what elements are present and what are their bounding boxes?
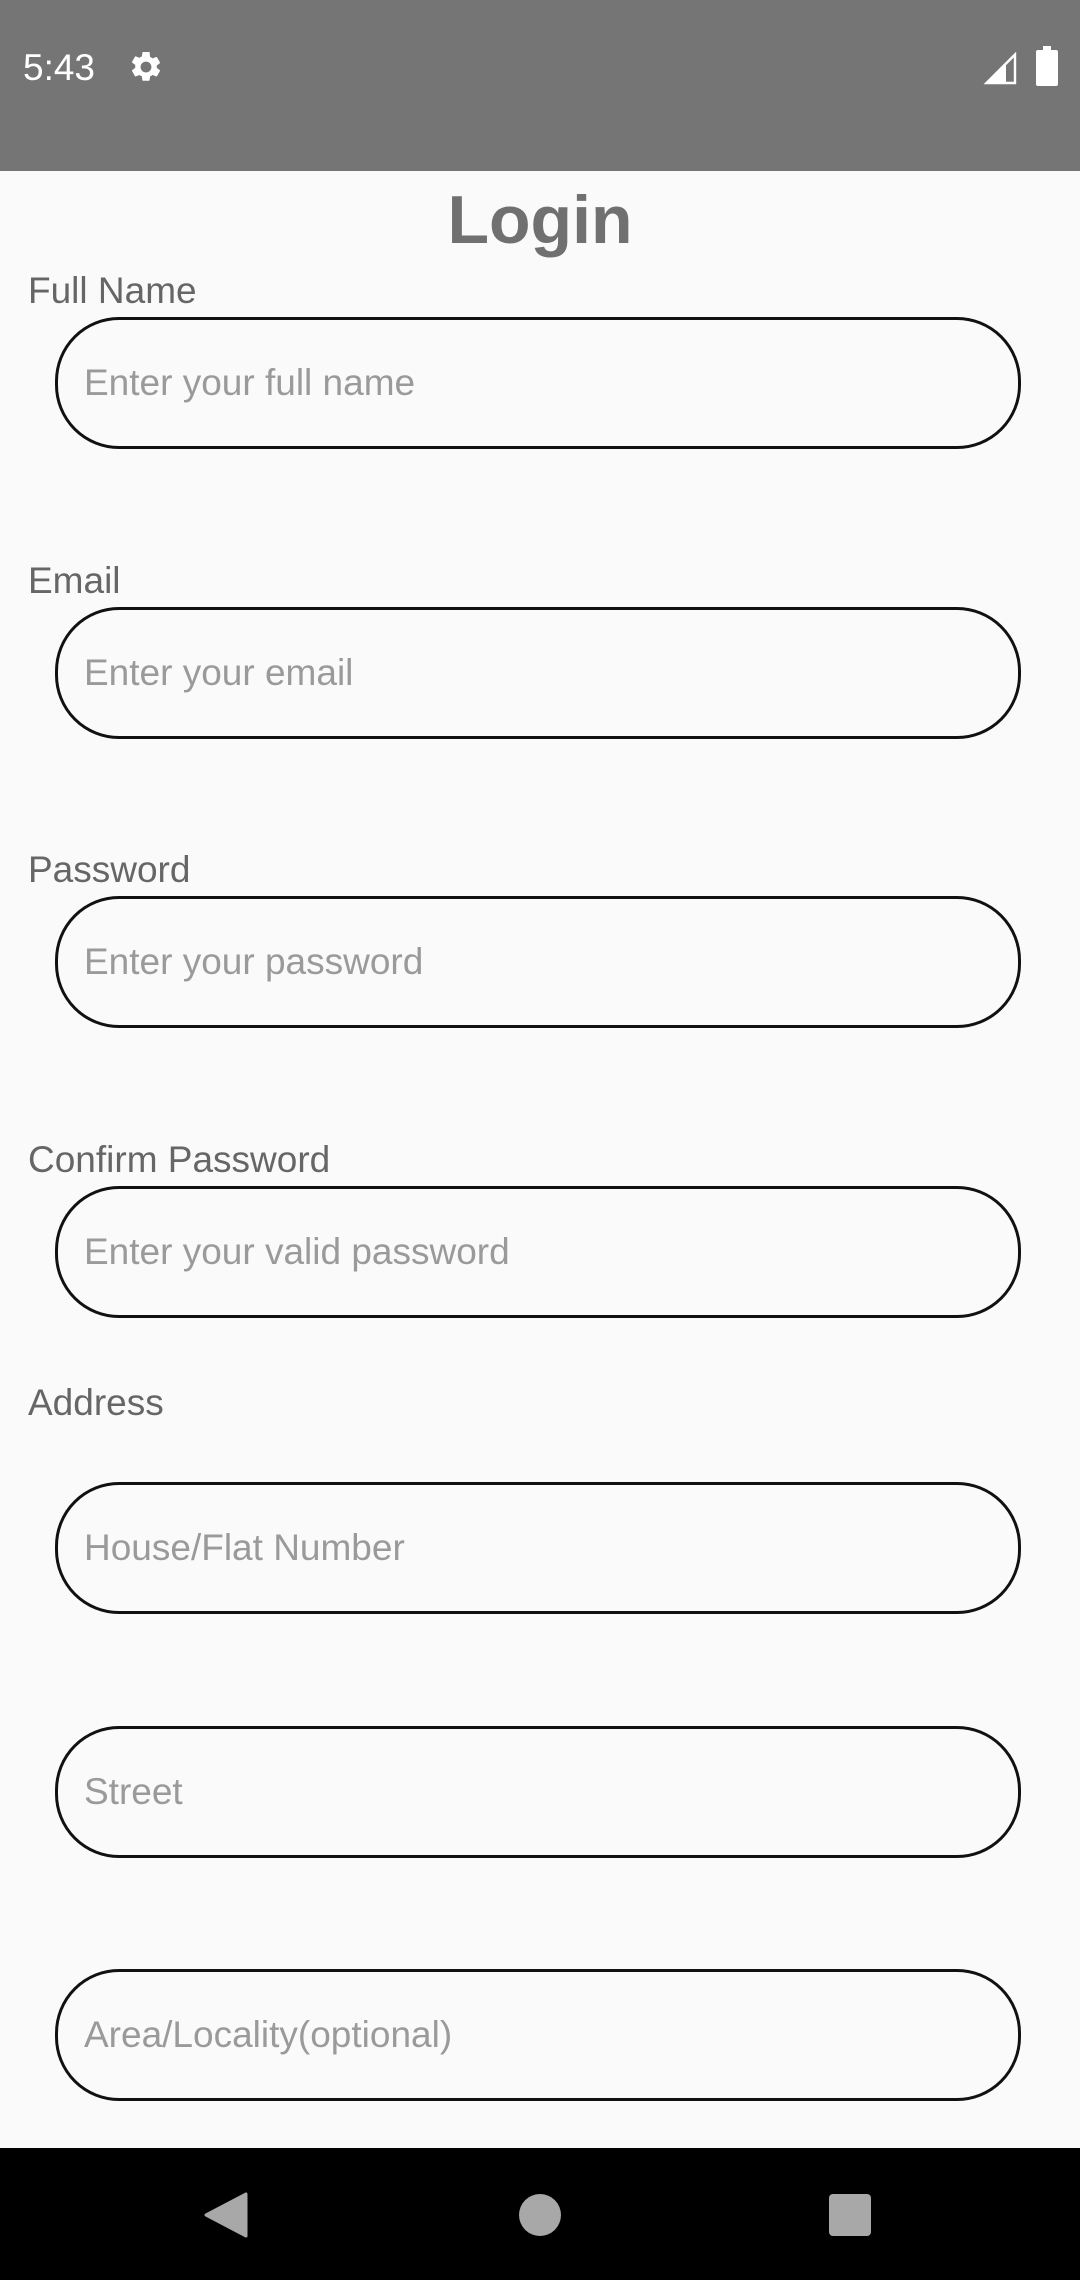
- full-name-input[interactable]: [84, 320, 984, 446]
- back-icon[interactable]: [204, 2192, 248, 2238]
- email-input[interactable]: [84, 610, 984, 736]
- address-label: Address: [28, 1382, 164, 1423]
- navigation-bar: [0, 2148, 1080, 2280]
- confirm-password-field[interactable]: [55, 1186, 1021, 1318]
- home-icon[interactable]: [519, 2194, 561, 2236]
- password-input[interactable]: [84, 899, 984, 1025]
- full-name-label: Full Name: [28, 270, 197, 311]
- page-title: Login: [447, 182, 633, 258]
- email-label: Email: [28, 560, 121, 601]
- email-field[interactable]: [55, 607, 1021, 739]
- battery-icon: [1036, 46, 1058, 86]
- signal-icon: [983, 51, 1017, 85]
- confirm-password-input[interactable]: [84, 1189, 984, 1315]
- full-name-field[interactable]: [55, 317, 1021, 449]
- password-field[interactable]: [55, 896, 1021, 1028]
- street-input[interactable]: [84, 1729, 984, 1855]
- recents-icon[interactable]: [829, 2194, 871, 2236]
- password-label: Password: [28, 849, 191, 890]
- confirm-password-label: Confirm Password: [28, 1139, 331, 1180]
- street-field[interactable]: [55, 1726, 1021, 1858]
- area-locality-input[interactable]: [84, 1972, 984, 2098]
- status-time: 5:43: [23, 47, 96, 88]
- status-bar: 5:43: [0, 0, 1080, 171]
- area-locality-field[interactable]: [55, 1969, 1021, 2101]
- house-number-input[interactable]: [84, 1485, 984, 1611]
- house-number-field[interactable]: [55, 1482, 1021, 1614]
- gear-icon: [131, 51, 161, 81]
